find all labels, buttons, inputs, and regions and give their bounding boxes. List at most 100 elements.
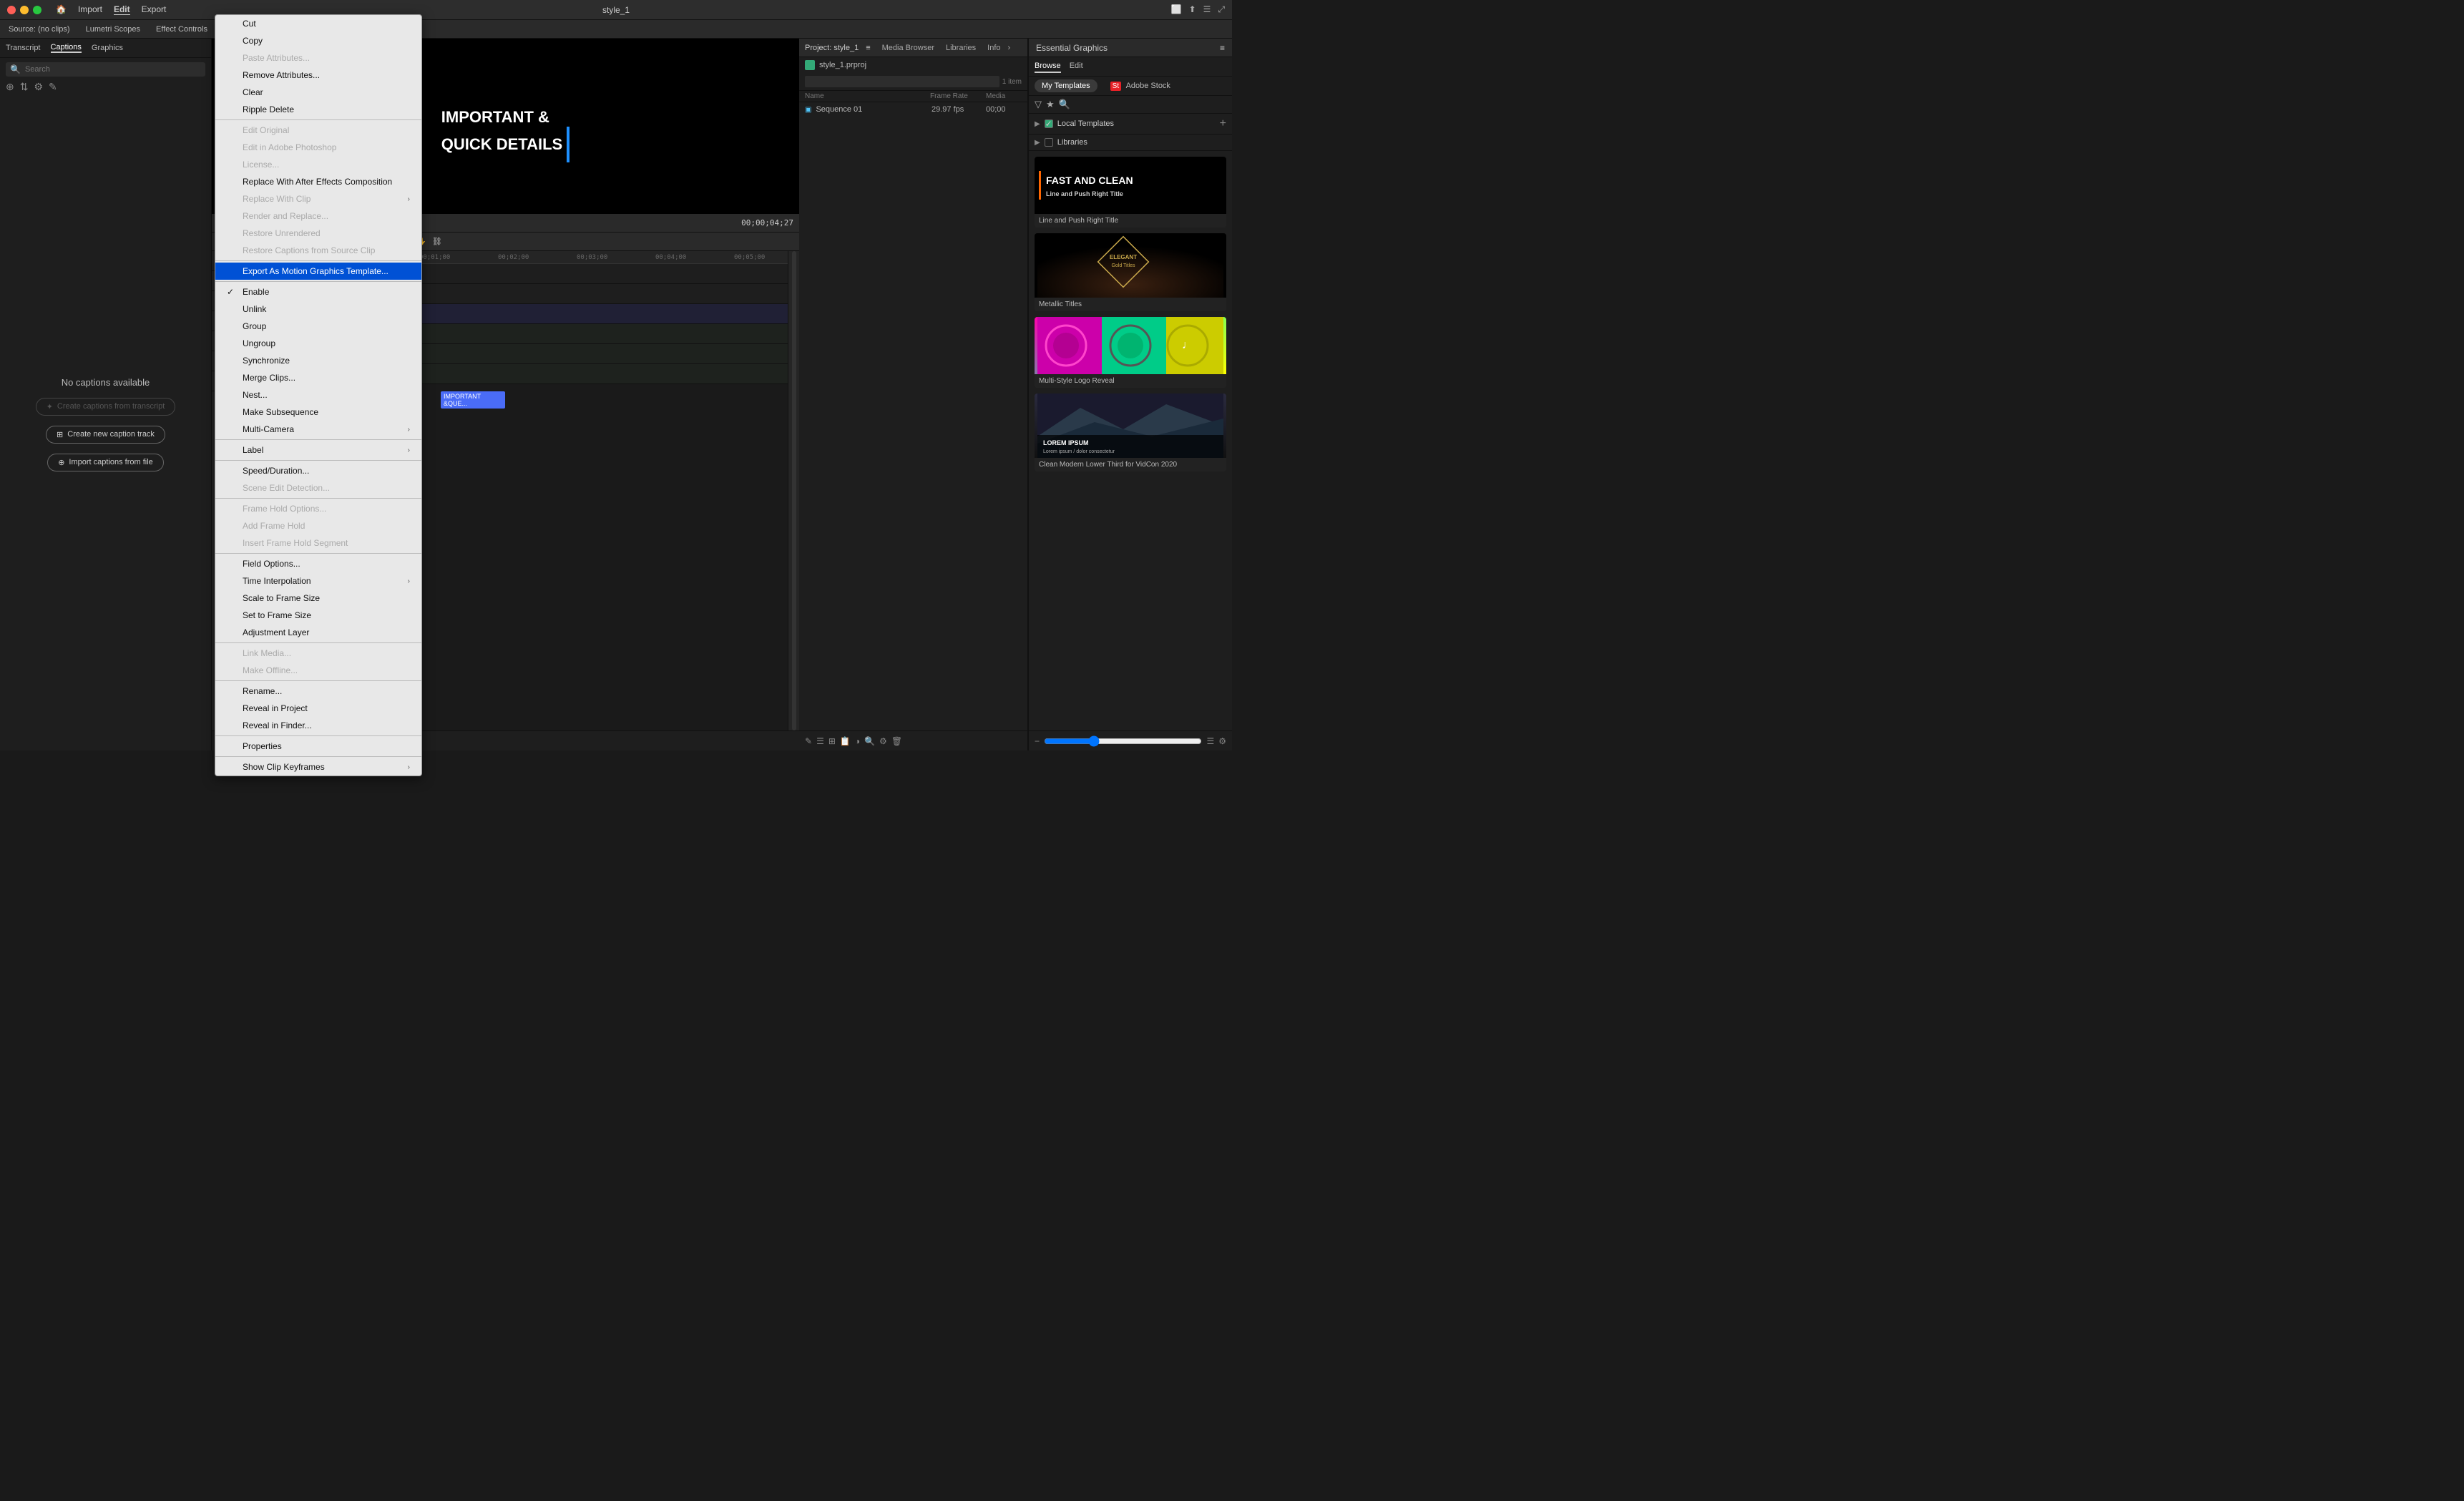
tab-effect-controls[interactable]: Effect Controls [153, 24, 210, 35]
eg-menu-icon[interactable]: ≡ [1220, 43, 1225, 53]
search-input[interactable] [25, 65, 201, 74]
proj-list-view[interactable]: ☰ [816, 736, 824, 746]
filter-icon[interactable]: ⚙ [34, 81, 43, 93]
project-panel-menu[interactable]: ≡ [866, 44, 870, 52]
close-button[interactable] [7, 6, 16, 14]
menu-add-frame-hold: Add Frame Hold [215, 517, 421, 534]
menu-set-to-frame[interactable]: Set to Frame Size [215, 607, 421, 624]
col-header-media: Media [986, 92, 1022, 100]
menu-scale-to-frame[interactable]: Scale to Frame Size [215, 590, 421, 607]
proj-settings[interactable]: ⚙ [879, 736, 887, 746]
template-card-lower-third[interactable]: LOREM IPSUM Lorem ipsum / dolor consecte… [1035, 393, 1226, 471]
menu-nest[interactable]: Nest... [215, 386, 421, 404]
media-browser-tab[interactable]: Media Browser [882, 44, 934, 52]
menu-show-clip-keyframes[interactable]: Show Clip Keyframes› [215, 758, 421, 776]
menu-reveal-in-project[interactable]: Reveal in Project [215, 700, 421, 717]
menu-ungroup[interactable]: Ungroup [215, 335, 421, 352]
menu-adjustment-layer[interactable]: Adjustment Layer [215, 624, 421, 641]
menu-make-subsequence[interactable]: Make Subsequence [215, 404, 421, 421]
libraries-tab[interactable]: Libraries [946, 44, 976, 52]
expand-icon[interactable]: ⤢ [1218, 4, 1225, 15]
menu-reveal-in-finder[interactable]: Reveal in Finder... [215, 717, 421, 734]
eg-tab-browse[interactable]: Browse [1035, 60, 1061, 73]
local-templates-checkbox[interactable]: ✓ [1045, 119, 1053, 128]
ruler-mark-3: 00;03;00 [577, 254, 607, 261]
project-bottom-bar: ✎ ☰ ⊞ 📋 ◑ 🔍 ⚙ 🗑 [799, 730, 1027, 750]
proj-storyboard[interactable]: 📋 [840, 736, 851, 746]
add-local-template-icon[interactable]: + [1220, 117, 1226, 130]
menu-export-motion-graphics[interactable]: Export As Motion Graphics Template... [215, 263, 421, 280]
menu-edit[interactable]: Edit [114, 4, 130, 15]
eg-settings[interactable]: ⚙ [1218, 736, 1226, 746]
menu-merge-clips[interactable]: Merge Clips... [215, 369, 421, 386]
menu-speed-duration[interactable]: Speed/Duration... [215, 462, 421, 479]
chevron-right-icon[interactable]: › [1008, 44, 1011, 52]
menu-replace-ae[interactable]: Replace With After Effects Composition [215, 173, 421, 190]
template-card-logo-reveal[interactable]: ♩ Multi-Style Logo Reveal [1035, 317, 1226, 388]
separator-3 [215, 281, 421, 282]
track-row-v3 [362, 264, 788, 284]
maximize-button[interactable] [33, 6, 41, 14]
tab-captions[interactable]: Captions [51, 43, 82, 53]
menu-home[interactable]: 🏠 [56, 4, 67, 15]
timeline-clip-v1[interactable]: IMPORTANT &QUE... [441, 391, 505, 409]
tab-source[interactable]: Source: (no clips) [6, 24, 73, 35]
tab-graphics[interactable]: Graphics [92, 44, 123, 52]
settings-icon[interactable]: ☰ [1203, 4, 1211, 15]
eg-subtab-my-templates[interactable]: My Templates [1035, 79, 1097, 92]
menu-field-options[interactable]: Field Options... [215, 555, 421, 572]
proj-new-item[interactable]: ✎ [805, 736, 812, 746]
menu-group[interactable]: Group [215, 318, 421, 335]
eg-tab-edit[interactable]: Edit [1070, 60, 1083, 73]
eg-zoom-slider[interactable] [1044, 735, 1202, 747]
caption-content-area: No captions available ✦ Create captions … [0, 97, 211, 750]
share-icon[interactable]: ⬆ [1189, 4, 1196, 15]
sequence-item[interactable]: ▣ Sequence 01 29.97 fps 00;00 [799, 102, 1027, 117]
add-caption-icon[interactable]: ⊕ [6, 81, 14, 93]
menu-remove-attributes[interactable]: Remove Attributes... [215, 67, 421, 84]
timeline-scrollbar[interactable] [792, 251, 796, 730]
minimize-button[interactable] [20, 6, 29, 14]
tab-lumetri[interactable]: Lumetri Scopes [83, 24, 143, 35]
menu-clear[interactable]: Clear [215, 84, 421, 101]
menu-rename[interactable]: Rename... [215, 683, 421, 700]
sort-icon[interactable]: ⇅ [20, 81, 29, 93]
template-card-fast-and-clean[interactable]: FAST AND CLEAN Line and Push Right Title… [1035, 157, 1226, 228]
project-search-input[interactable] [805, 76, 999, 87]
menu-synchronize[interactable]: Synchronize [215, 352, 421, 369]
menu-label[interactable]: Label› [215, 441, 421, 459]
menu-ripple-delete[interactable]: Ripple Delete [215, 101, 421, 118]
fullscreen-icon[interactable]: ⬜ [1171, 4, 1182, 15]
eg-zoom-out[interactable]: − [1035, 736, 1040, 746]
eg-list-view[interactable]: ☰ [1206, 736, 1214, 746]
project-panel: Project: style_1 ≡ Media Browser Librari… [799, 39, 1028, 750]
menu-copy[interactable]: Copy [215, 32, 421, 49]
proj-toggle[interactable]: ◑ [855, 736, 860, 746]
menu-properties[interactable]: Properties [215, 738, 421, 755]
eg-filter-icon[interactable]: ▽ [1035, 99, 1042, 110]
libraries-chevron[interactable]: ▶ [1035, 139, 1040, 147]
menu-time-interpolation[interactable]: Time Interpolation› [215, 572, 421, 590]
eg-subtab-adobe-stock[interactable]: St Adobe Stock [1103, 79, 1178, 92]
menu-unlink[interactable]: Unlink [215, 300, 421, 318]
pencil-icon[interactable]: ✎ [49, 81, 57, 93]
menu-cut[interactable]: Cut [215, 15, 421, 32]
template-card-elegant-gold[interactable]: ELEGANT Gold Titles Metallic Titles [1035, 233, 1226, 311]
libraries-checkbox[interactable] [1045, 138, 1053, 147]
essential-graphics-panel: Essential Graphics ≡ Browse Edit My Temp… [1028, 39, 1232, 750]
proj-trash[interactable]: 🗑 [891, 736, 902, 746]
menu-enable[interactable]: ✓Enable [215, 283, 421, 300]
tab-transcript[interactable]: Transcript [6, 44, 41, 52]
tl-tool-link[interactable]: ⛓ [432, 237, 442, 246]
proj-search2[interactable]: 🔍 [864, 736, 875, 746]
menu-export[interactable]: Export [142, 4, 167, 15]
proj-icon-view[interactable]: ⊞ [828, 736, 836, 746]
import-captions-button[interactable]: ⊕ Import captions from file [47, 454, 164, 471]
menu-import[interactable]: Import [78, 4, 102, 15]
local-templates-chevron[interactable]: ▶ [1035, 120, 1040, 128]
info-tab[interactable]: Info [987, 44, 1000, 52]
menu-multi-camera[interactable]: Multi-Camera› [215, 421, 421, 438]
create-new-caption-button[interactable]: ⊞ Create new caption track [46, 426, 165, 444]
eg-star-icon[interactable]: ★ [1046, 99, 1055, 110]
eg-search-icon[interactable]: 🔍 [1059, 99, 1070, 110]
